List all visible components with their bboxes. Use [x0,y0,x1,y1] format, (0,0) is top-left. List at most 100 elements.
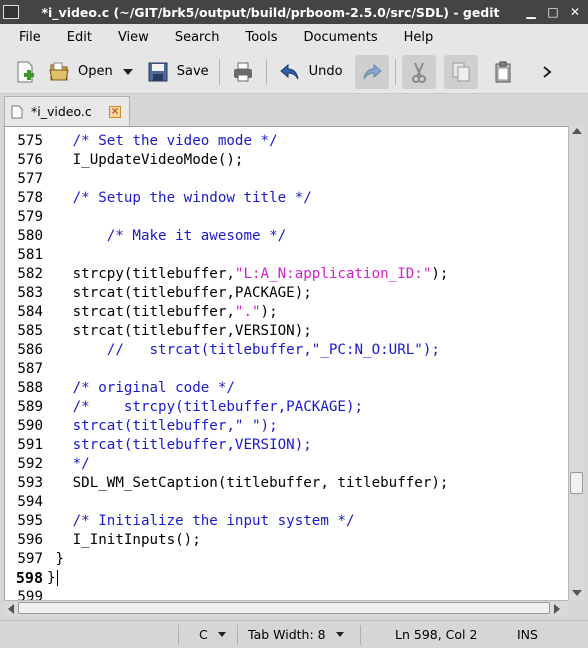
code-line[interactable]: 599 [5,588,568,600]
line-number: 586 [17,342,43,358]
code-token: /* original code */ [47,380,235,396]
statusbar: C Tab Width: 8 Ln 598, Col 2 INS [0,620,588,648]
code-line[interactable]: 578 /* Setup the window title */ [5,189,568,208]
code-text: /* Setup the window title */ [47,189,312,208]
code-editor[interactable]: 574575 /* Set the video mode */576 I_Upd… [4,126,568,600]
vertical-scrollbar[interactable] [568,126,584,600]
menu-tools[interactable]: Tools [232,30,290,45]
code-line[interactable]: 579 [5,208,568,227]
tab-close-icon[interactable]: × [109,105,121,118]
maximize-icon[interactable]: □ [544,3,562,21]
code-token: strcat(titlebuffer,PACKAGE); [47,285,312,301]
menu-documents[interactable]: Documents [291,30,391,45]
code-line[interactable]: 598} [5,569,568,588]
code-token: } [47,570,56,586]
code-line[interactable]: 575 /* Set the video mode */ [5,132,568,151]
new-document-button[interactable] [8,55,42,89]
line-number: 580 [17,228,43,244]
code-text: // strcat(titlebuffer,"_PC:N_O:URL"); [47,341,440,360]
code-line[interactable]: 577 [5,170,568,189]
code-line[interactable]: 587 [5,360,568,379]
code-line[interactable]: 594 [5,493,568,512]
redo-button[interactable] [354,54,389,89]
line-number: 582 [17,266,43,282]
tab-label: *i_video.c [31,104,92,119]
menu-file[interactable]: File [6,30,54,45]
code-text: /* Set the video mode */ [47,132,278,151]
window-menu-icon[interactable] [3,5,19,19]
code-line[interactable]: 582 strcpy(titlebuffer,"L:A_N:applicatio… [5,265,568,284]
line-number: 585 [17,323,43,339]
line-number: 594 [17,494,43,510]
open-label: Open [78,64,113,79]
scroll-up-icon[interactable] [572,128,582,134]
open-button[interactable]: Open [42,55,117,89]
line-number: 592 [17,456,43,472]
code-line[interactable]: 596 I_InitInputs(); [5,531,568,550]
code-text: strcat(titlebuffer,VERSION); [47,436,312,455]
code-line[interactable]: 583 strcat(titlebuffer,PACKAGE); [5,284,568,303]
code-line[interactable]: 589 /* strcpy(titlebuffer,PACKAGE); [5,398,568,417]
copy-button[interactable] [443,54,478,89]
redo-icon [359,59,385,85]
line-number: 583 [17,285,43,301]
save-button[interactable]: Save [141,55,213,89]
menu-help[interactable]: Help [391,30,447,45]
code-line[interactable]: 584 strcat(titlebuffer,"."); [5,303,568,322]
code-token: I_InitInputs(); [47,532,201,548]
code-token: } [47,551,65,567]
language-selector[interactable]: C [179,621,237,648]
recent-files-dropdown[interactable] [122,68,133,75]
horizontal-scroll-thumb[interactable] [18,602,550,614]
horizontal-scrollbar[interactable] [4,600,568,616]
overflow-arrow-icon [534,59,560,85]
print-button[interactable] [226,55,260,89]
scroll-down-icon[interactable] [572,590,582,596]
code-line[interactable]: 585 strcat(titlebuffer,VERSION); [5,322,568,341]
save-icon [145,59,171,85]
code-token: "L:A_N:application_ID:" [234,266,432,282]
insert-mode: INS [489,621,549,648]
undo-button[interactable]: Undo [273,55,347,89]
minimize-icon[interactable]: ▁ [522,3,540,21]
code-text: /* original code */ [47,379,235,398]
code-token: /* Setup the window title */ [47,190,312,206]
tab-width-selector[interactable]: Tab Width: 8 [238,621,360,648]
menu-edit[interactable]: Edit [54,30,105,45]
tab-i-video[interactable]: *i_video.c × [4,96,130,126]
code-line[interactable]: 592 */ [5,455,568,474]
toolbar-overflow-button[interactable] [530,55,564,89]
code-line[interactable]: 597 } [5,550,568,569]
code-line[interactable]: 586 // strcat(titlebuffer,"_PC:N_O:URL")… [5,341,568,360]
line-number: 588 [17,380,43,396]
code-token: strcat(titlebuffer," "); [47,418,278,434]
new-document-icon [12,59,38,85]
open-folder-icon [46,59,72,85]
code-line[interactable]: 593 SDL_WM_SetCaption(titlebuffer, title… [5,474,568,493]
code-token: /* strcpy(titlebuffer,PACKAGE); [47,399,364,415]
code-line[interactable]: 595 /* Initialize the input system */ [5,512,568,531]
vertical-scroll-thumb[interactable] [570,472,583,494]
code-line[interactable]: 580 /* Make it awesome */ [5,227,568,246]
code-line[interactable]: 590 strcat(titlebuffer," "); [5,417,568,436]
code-line[interactable]: 576 I_UpdateVideoMode(); [5,151,568,170]
line-number: 599 [17,589,43,600]
save-label: Save [176,64,209,79]
line-number: 597 [17,551,43,567]
code-lines: 574575 /* Set the video mode */576 I_Upd… [5,127,568,600]
code-line[interactable]: 591 strcat(titlebuffer,VERSION); [5,436,568,455]
code-line[interactable]: 581 [5,246,568,265]
line-number: 578 [17,190,43,206]
code-line[interactable]: 588 /* original code */ [5,379,568,398]
code-text: /* Make it awesome */ [47,227,286,246]
menu-view[interactable]: View [105,30,162,45]
menu-search[interactable]: Search [162,30,233,45]
code-text: strcpy(titlebuffer,"L:A_N:application_ID… [47,265,449,284]
scroll-left-icon[interactable] [8,604,14,614]
scroll-right-icon[interactable] [554,604,560,614]
code-text: */ [47,455,90,474]
cut-button[interactable] [401,54,436,89]
toolbar-separator [265,58,267,85]
close-window-icon[interactable]: ✕ [566,3,584,21]
paste-button[interactable] [486,55,520,89]
